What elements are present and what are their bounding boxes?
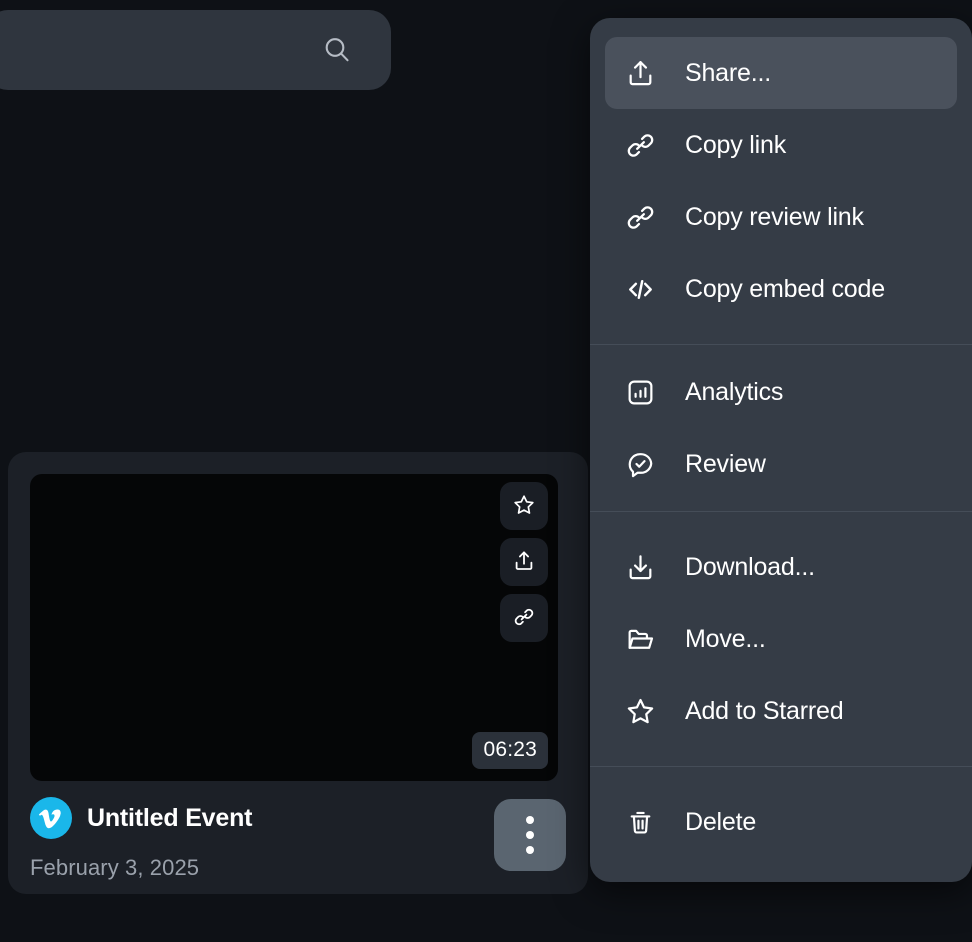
menu-item-copy-link[interactable]: Copy link [605, 109, 957, 181]
menu-item-review[interactable]: Review [605, 428, 957, 500]
thumbnail-action-group [500, 482, 548, 642]
video-duration-badge: 06:23 [472, 732, 548, 769]
kebab-dot-icon [526, 831, 534, 839]
menu-item-copy-review-link[interactable]: Copy review link [605, 181, 957, 253]
review-check-bubble-icon [623, 447, 657, 481]
kebab-dot-icon [526, 846, 534, 854]
context-menu: Share... Copy link Copy review link Copy… [590, 18, 972, 882]
link-icon [623, 200, 657, 234]
share-icon-button[interactable] [500, 538, 548, 586]
menu-item-analytics[interactable]: Analytics [605, 356, 957, 428]
menu-item-copy-embed-code[interactable]: Copy embed code [605, 253, 957, 325]
context-menu-group-share: Share... Copy link Copy review link Copy… [590, 18, 972, 344]
context-menu-group-destructive: Delete [590, 767, 972, 877]
context-menu-group-manage: Download... Move... Add to Starred [590, 512, 972, 766]
share-upload-icon [623, 56, 657, 90]
menu-item-label: Delete [685, 807, 757, 836]
link-icon [623, 128, 657, 162]
video-card-meta: Untitled Event February 3, 2025 [30, 797, 566, 881]
search-bar[interactable] [0, 10, 391, 92]
menu-item-add-to-starred[interactable]: Add to Starred [605, 675, 957, 747]
menu-item-label: Review [685, 449, 766, 478]
video-card-date: February 3, 2025 [30, 855, 200, 880]
menu-item-move[interactable]: Move... [605, 603, 957, 675]
video-thumbnail[interactable]: 06:23 [30, 474, 558, 781]
more-options-button[interactable] [494, 799, 566, 871]
menu-item-label: Download... [685, 552, 815, 581]
search-input[interactable] [6, 10, 290, 92]
menu-item-label: Copy embed code [685, 274, 885, 303]
folder-icon [623, 622, 657, 656]
star-icon [512, 493, 536, 520]
download-icon [623, 550, 657, 584]
menu-item-label: Share... [685, 58, 771, 87]
menu-item-share[interactable]: Share... [605, 37, 957, 109]
video-card[interactable]: 06:23 Untitled Event February 3, 2025 [8, 452, 588, 894]
star-icon-button[interactable] [500, 482, 548, 530]
search-icon [321, 34, 353, 66]
share-icon [512, 549, 536, 576]
menu-item-label: Move... [685, 624, 766, 653]
menu-item-label: Copy review link [685, 202, 864, 231]
video-title-row: Untitled Event [30, 797, 566, 839]
context-menu-group-insights: Analytics Review [590, 345, 972, 511]
menu-item-download[interactable]: Download... [605, 531, 957, 603]
menu-item-label: Copy link [685, 130, 787, 159]
video-card-title: Untitled Event [87, 803, 253, 832]
link-icon [512, 605, 536, 632]
menu-item-delete[interactable]: Delete [605, 786, 957, 858]
menu-item-label: Add to Starred [685, 696, 844, 725]
analytics-bar-chart-icon [623, 375, 657, 409]
trash-icon [623, 805, 657, 839]
star-icon [623, 694, 657, 728]
code-embed-icon [623, 272, 657, 306]
menu-item-label: Analytics [685, 377, 784, 406]
kebab-dot-icon [526, 816, 534, 824]
link-icon-button[interactable] [500, 594, 548, 642]
vimeo-logo [30, 797, 72, 839]
app-root: Untitled Event o [0, 0, 972, 942]
